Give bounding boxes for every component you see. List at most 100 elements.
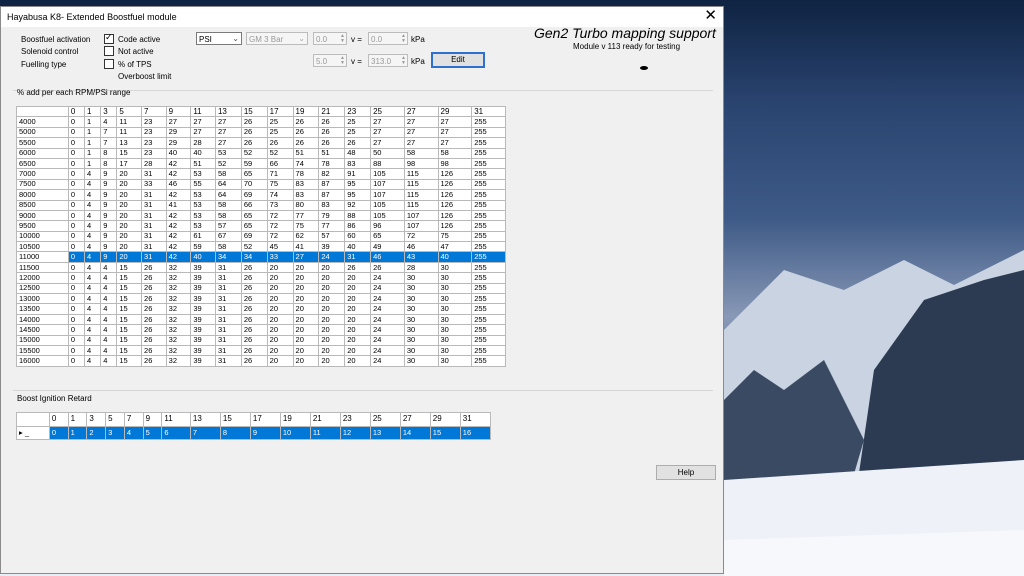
table-cell[interactable]: 0 <box>67 251 86 263</box>
table-cell[interactable]: 26 <box>141 293 167 305</box>
table-row[interactable]: 10000 0 4 9 20 31 42 61 67 69 72 62 57 60 65 72 75 255 <box>16 230 506 243</box>
table-cell[interactable]: 17 <box>116 157 143 170</box>
table-cell[interactable]: 75 <box>266 178 294 191</box>
table-cell[interactable]: 31 <box>214 324 242 336</box>
table-cell[interactable]: 20 <box>292 344 320 357</box>
table-cell[interactable]: 58 <box>437 147 473 159</box>
table-cell[interactable]: 15 <box>116 355 143 367</box>
table-cell[interactable]: 0 <box>67 209 86 222</box>
table-cell[interactable]: 26 <box>240 261 268 274</box>
table-cell[interactable]: 83 <box>344 157 372 170</box>
table-cell[interactable]: 9 <box>100 220 118 232</box>
table-cell[interactable]: 95 <box>344 189 372 201</box>
table-cell[interactable]: 40 <box>344 241 372 253</box>
table-cell[interactable]: 64 <box>214 178 242 191</box>
table-cell[interactable]: 39 <box>190 303 216 315</box>
table-cell[interactable]: 255 <box>471 355 506 367</box>
spin-down-icon[interactable]: ▼ <box>340 39 345 44</box>
table-cell[interactable]: 20 <box>292 303 320 315</box>
table-cell[interactable]: 26 <box>344 137 372 149</box>
table-cell[interactable]: 4 <box>100 293 118 305</box>
table-cell[interactable]: 20 <box>116 199 143 211</box>
table-cell[interactable]: 42 <box>165 189 192 201</box>
table-cell[interactable]: 88 <box>344 209 372 222</box>
table-cell[interactable]: 32 <box>165 272 192 284</box>
table-cell[interactable]: 4 <box>100 313 118 326</box>
table-row[interactable]: 8500 0 4 9 20 31 41 53 58 66 73 80 83 92 105 115 126 255 <box>16 199 506 211</box>
table-cell[interactable]: 20 <box>344 334 372 347</box>
table-cell[interactable]: 20 <box>266 293 294 305</box>
table-cell[interactable]: 30 <box>437 303 473 315</box>
sensor-select[interactable]: GM 3 Bar ⌄ <box>246 32 308 45</box>
table-cell[interactable]: 78 <box>292 168 320 180</box>
table-cell[interactable]: 26 <box>240 344 268 357</box>
table-cell[interactable]: 42 <box>165 230 192 243</box>
table-cell[interactable]: 80 <box>292 199 320 211</box>
table-cell[interactable]: 20 <box>318 293 346 305</box>
table-cell[interactable]: 1 <box>84 157 102 170</box>
table-cell[interactable]: 87 <box>318 178 346 191</box>
table-cell[interactable]: 31 <box>141 199 167 211</box>
table-cell[interactable]: 53 <box>214 147 242 159</box>
table-cell[interactable]: 83 <box>292 189 320 201</box>
table-row[interactable]: 5000 0 1 7 11 23 29 27 27 26 25 26 26 25 27 27 27 255 <box>16 126 506 139</box>
table-cell[interactable]: 69 <box>240 230 268 243</box>
table-cell[interactable]: 9 <box>100 199 118 211</box>
table-cell[interactable]: 39 <box>190 344 216 357</box>
table-cell[interactable]: 255 <box>471 116 506 128</box>
table-cell[interactable]: 67 <box>214 230 242 243</box>
table-cell[interactable]: 26 <box>141 272 167 284</box>
table-cell[interactable]: 30 <box>403 293 439 305</box>
table-row[interactable]: 8000 0 4 9 20 31 42 53 64 69 74 83 87 95 107 115 126 255 <box>16 189 506 201</box>
table-cell[interactable]: 59 <box>190 241 216 253</box>
table-cell[interactable]: 31 <box>214 282 242 295</box>
table-cell[interactable]: 30 <box>437 261 473 274</box>
table-cell[interactable]: 47 <box>437 241 473 253</box>
table-row[interactable]: 11500 0 4 4 15 26 32 39 31 26 20 20 20 26 26 28 30 255 <box>16 261 506 274</box>
table-cell[interactable]: 74 <box>292 157 320 170</box>
table-cell[interactable]: 0 <box>67 272 86 284</box>
table-cell[interactable]: 4 <box>100 272 118 284</box>
table-cell[interactable]: 0 <box>67 116 86 128</box>
table-cell[interactable]: 40 <box>165 147 192 159</box>
table-cell[interactable]: 20 <box>266 355 294 367</box>
table-cell[interactable]: 115 <box>403 178 439 191</box>
table-cell[interactable]: 20 <box>318 344 346 357</box>
table-cell[interactable]: 20 <box>292 313 320 326</box>
table-cell[interactable]: 53 <box>190 199 216 211</box>
table-cell[interactable]: 57 <box>214 220 242 232</box>
table-cell[interactable]: 26 <box>240 303 268 315</box>
table-cell[interactable]: 30 <box>403 344 439 357</box>
table-cell[interactable]: 0 <box>67 293 86 305</box>
table-cell[interactable]: 30 <box>403 334 439 347</box>
table-cell[interactable]: 39 <box>190 355 216 367</box>
table-cell[interactable]: 0 <box>67 334 86 347</box>
table-cell[interactable]: 30 <box>437 282 473 295</box>
table-cell[interactable]: 255 <box>471 313 506 326</box>
table-cell[interactable]: 0 <box>67 230 86 243</box>
table-cell[interactable]: 83 <box>318 199 346 211</box>
table-cell[interactable]: 15 <box>116 147 143 159</box>
table-cell[interactable]: 26 <box>292 137 320 149</box>
table-cell[interactable]: 20 <box>116 220 143 232</box>
table-cell[interactable]: 30 <box>403 313 439 326</box>
table-cell[interactable]: 4 <box>84 209 102 222</box>
table-cell[interactable]: 255 <box>471 293 506 305</box>
table-cell[interactable]: 27 <box>190 116 216 128</box>
table-cell[interactable]: 55 <box>190 178 216 191</box>
table-cell[interactable]: 4 <box>84 220 102 232</box>
table-cell[interactable]: 15 <box>429 425 461 440</box>
table-cell[interactable]: 32 <box>165 313 192 326</box>
table-cell[interactable]: 0 <box>67 355 86 367</box>
table-cell[interactable]: 23 <box>141 147 167 159</box>
table-cell[interactable]: 255 <box>471 189 506 201</box>
table-cell[interactable]: 34 <box>240 251 268 263</box>
table-cell[interactable]: 28 <box>141 157 167 170</box>
table-cell[interactable]: 4 <box>100 261 118 274</box>
ignition-retard-table[interactable]: 0 1 3 5 7 9 11 13 15 17 19 21 23 25 27 29 31 ▸ _ 0 1 2 3 4 5 6 7 8… <box>16 412 492 440</box>
table-cell[interactable]: 32 <box>165 344 192 357</box>
table-cell[interactable]: 4 <box>100 355 118 367</box>
table-cell[interactable]: 42 <box>165 209 192 222</box>
table-cell[interactable]: 115 <box>403 199 439 211</box>
table-row[interactable]: 12000 0 4 4 15 26 32 39 31 26 20 20 20 20 24 30 30 255 <box>16 272 506 284</box>
